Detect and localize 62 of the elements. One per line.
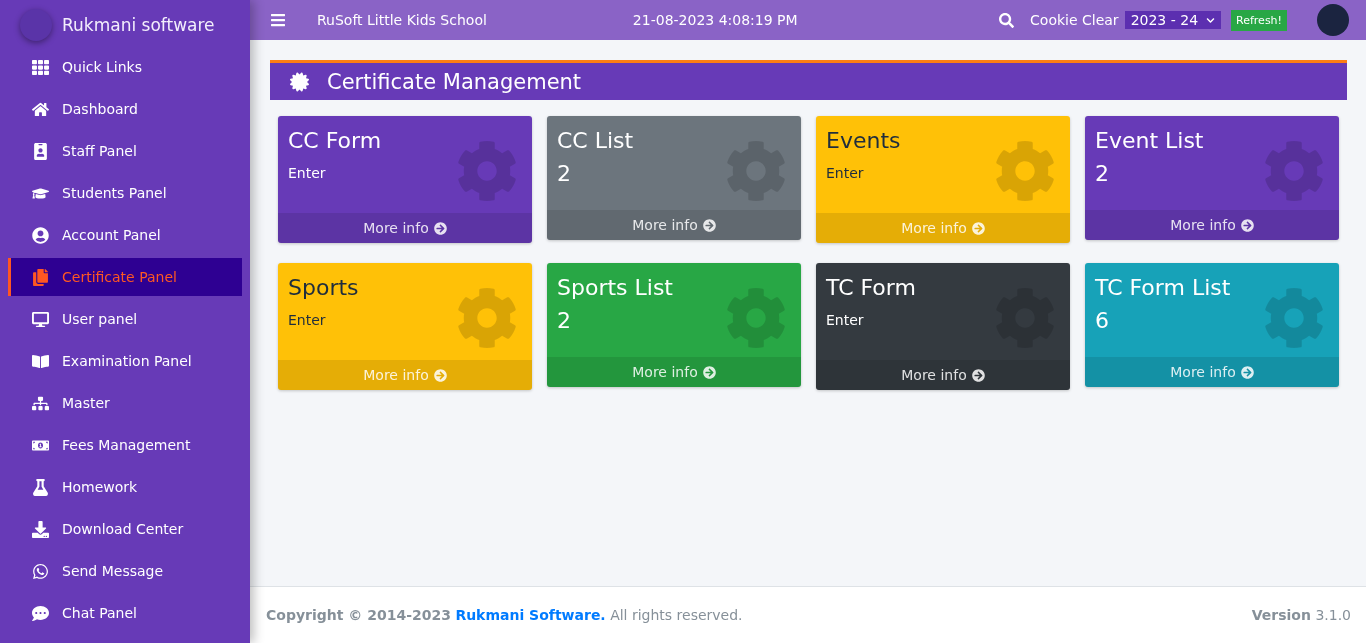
sidebar-item[interactable]: Quick Links [8, 48, 242, 86]
sidebar-item[interactable]: Certificate Panel [8, 258, 242, 296]
card-title: Event List [1095, 128, 1205, 153]
badge-icon [31, 141, 50, 161]
sidebar-item[interactable]: Fees Management [8, 426, 242, 464]
certificate-icon [290, 72, 309, 91]
sidebar-item[interactable]: Dashboard [8, 90, 242, 128]
sidebar-item[interactable]: Homework [8, 468, 242, 506]
card-title: CC List [557, 128, 635, 153]
card-subtitle: Enter [288, 165, 327, 181]
more-info-link[interactable]: More info [1085, 210, 1339, 240]
monitor-icon [31, 309, 50, 329]
card-count: 2 [1095, 161, 1110, 186]
grid-icon [31, 57, 50, 77]
sidebar-item[interactable]: Examination Panel [8, 342, 242, 380]
chat-icon [31, 603, 50, 623]
chat-bubble-icon [31, 561, 50, 581]
card-count: 6 [1095, 308, 1110, 333]
download-icon [31, 519, 50, 539]
sidebar-item[interactable]: Send Message [8, 552, 242, 590]
card-title: TC Form [826, 275, 917, 300]
more-info-link[interactable]: More info [816, 360, 1070, 390]
gear-icon [456, 140, 518, 202]
card-subtitle: Enter [826, 312, 865, 328]
sidebar-item[interactable]: Account Panel [8, 216, 242, 254]
session-select[interactable]: 2023 - 24 [1124, 11, 1222, 29]
version-text: Version 3.1.0 [1251, 607, 1351, 623]
card-subtitle: Enter [288, 312, 327, 328]
brand-name: Rukmani software [62, 15, 215, 35]
copyright-text: Copyright © 2014-2023 Rukmani Software. All rights reserved. [266, 607, 743, 623]
card-title: Sports List [557, 275, 674, 300]
sidebar-item[interactable]: User panel [8, 300, 242, 338]
school-name: RuSoft Little Kids School [317, 12, 487, 28]
gear-icon [725, 287, 787, 349]
gear-icon [1263, 140, 1325, 202]
flask-icon [31, 477, 50, 497]
more-info-link[interactable]: More info [547, 210, 801, 240]
sidebar-item[interactable]: Chat Panel [8, 594, 242, 632]
gear-icon [456, 287, 518, 349]
page-title: Certificate Management [327, 69, 582, 94]
sidebar-item[interactable]: Staff Panel [8, 132, 242, 170]
gear-icon [1263, 287, 1325, 349]
sidebar-item[interactable]: Students Panel [8, 174, 242, 212]
date-time: 21-08-2023 4:08:19 PM [632, 12, 798, 28]
documents-icon [31, 267, 50, 287]
more-info-link[interactable]: More info [278, 213, 532, 243]
logo-icon [20, 9, 52, 41]
card-title: CC Form [288, 128, 383, 153]
card-count: 2 [557, 161, 572, 186]
search-icon[interactable] [997, 10, 1017, 30]
card-count: 2 [557, 308, 572, 333]
gear-icon [994, 140, 1056, 202]
cookie-clear-link[interactable]: Cookie Clear [1030, 12, 1119, 28]
card-title: Sports [288, 275, 360, 300]
sidebar-item[interactable]: Download Center [8, 510, 242, 548]
card-subtitle: Enter [826, 165, 865, 181]
card-title: Events [826, 128, 902, 153]
avatar[interactable] [1317, 4, 1349, 36]
chevron-down-icon [1206, 15, 1216, 25]
company-link[interactable]: Rukmani Software. [455, 607, 606, 623]
card-title: TC Form List [1095, 275, 1232, 300]
sidebar-item[interactable]: Master [8, 384, 242, 422]
